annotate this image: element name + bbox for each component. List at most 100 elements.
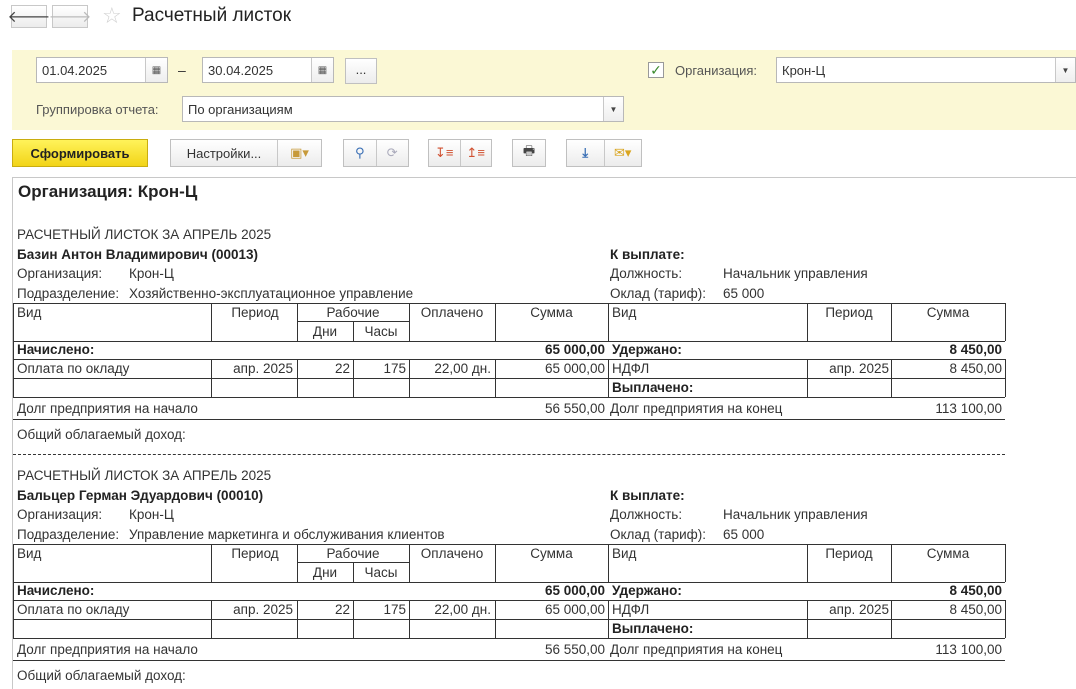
employee-name: Базин Антон Владимирович (00013) — [17, 247, 258, 262]
print-button[interactable]: 🖶 — [512, 139, 546, 167]
search-icon: ⚲ — [354, 145, 365, 160]
debt-start-label: Долг предприятия на начало — [17, 642, 198, 657]
settings-button[interactable]: Настройки... — [171, 140, 277, 166]
organization-checkbox[interactable]: ✓ — [648, 62, 664, 78]
accrued-label: Начислено: — [17, 583, 95, 598]
payslip-title: РАСЧЕТНЫЙ ЛИСТОК ЗА АПРЕЛЬ 2025 — [17, 227, 272, 242]
period-select-button[interactable]: ... — [345, 58, 377, 84]
calendar-icon[interactable]: ▦ — [311, 58, 333, 82]
withheld-label: Удержано: — [612, 342, 682, 357]
page-title: Расчетный листок — [132, 5, 292, 26]
paid-out-label: Выплачено: — [612, 380, 694, 395]
accrual-hours: 175 — [383, 361, 406, 376]
accrued-label: Начислено: — [17, 342, 95, 357]
download-icon: ⤓ — [582, 145, 589, 160]
col-header-paid: Оплачено — [420, 546, 484, 561]
calendar-icon[interactable]: ▦ — [145, 58, 167, 82]
taxable-income-label: Общий облагаемый доход: — [17, 668, 186, 683]
col-header-working: Рабочие — [326, 546, 380, 561]
position-label: Должность: — [610, 507, 683, 522]
org-label: Организация: — [17, 507, 103, 522]
debt-start-value: 56 550,00 — [544, 642, 605, 657]
salary-label: Оклад (тариф): — [610, 527, 707, 542]
date-to-field[interactable]: 30.04.2025 ▦ — [202, 57, 334, 83]
search-refresh-icon: ⟳ — [386, 145, 398, 160]
forward-button[interactable]: 🡒 — [49, 5, 91, 28]
withheld-total: 8 450,00 — [949, 342, 1002, 357]
col-header-hours: Часы — [364, 324, 398, 339]
col-header-period: Период — [231, 305, 279, 320]
grouping-label: Группировка отчета: — [36, 102, 159, 117]
search-next-button[interactable]: ⟳ — [377, 140, 409, 166]
col-header-type: Вид — [17, 305, 42, 320]
withheld-sum: 8 450,00 — [949, 361, 1002, 376]
employee-name: Бальцер Герман Эдуардович (00010) — [17, 488, 264, 503]
arrow-right-icon: 🡒 — [48, 9, 92, 26]
accrual-type: Оплата по окладу — [17, 602, 130, 617]
col-header-type: Вид — [17, 546, 42, 561]
send-email-button[interactable]: ✉▾ — [605, 140, 642, 166]
date-to-value: 30.04.2025 — [208, 63, 274, 78]
filter-panel: 01.04.2025 ▦ – 30.04.2025 ▦ ... ✓ Органи… — [12, 50, 1076, 130]
accrual-type: Оплата по окладу — [17, 361, 130, 376]
search-button[interactable]: ⚲ — [344, 140, 376, 166]
page-separator — [13, 454, 1005, 455]
withheld-sum: 8 450,00 — [949, 602, 1002, 617]
accrual-days: 22 — [334, 602, 350, 617]
org-value: Крон-Ц — [129, 507, 174, 522]
accrued-total: 65 000,00 — [544, 342, 605, 357]
salary-value: 65 000 — [723, 527, 765, 542]
variants-button[interactable]: ▣▾ — [278, 140, 321, 166]
col-header-sum: Сумма — [530, 305, 573, 320]
salary-label: Оклад (тариф): — [610, 286, 707, 301]
dept-label: Подразделение: — [17, 286, 120, 301]
date-from-value: 01.04.2025 — [42, 63, 108, 78]
accrual-days: 22 — [334, 361, 350, 376]
chevron-down-icon[interactable]: ▼ — [603, 97, 623, 121]
debt-end-label: Долг предприятия на конец — [610, 642, 783, 657]
col-header-period: Период — [231, 546, 279, 561]
accrual-sum: 65 000,00 — [544, 602, 605, 617]
debt-start-label: Долг предприятия на начало — [17, 401, 198, 416]
grouping-select[interactable]: По организациям ▼ — [182, 96, 624, 122]
printer-icon: 🖶 — [522, 143, 536, 158]
export-group: ⤓ ✉▾ — [566, 139, 642, 167]
back-button[interactable]: 🡐 — [8, 5, 50, 28]
to-pay-label: К выплате: — [610, 247, 685, 262]
col-header-period-withheld: Период — [825, 305, 873, 320]
chevron-down-icon[interactable]: ▼ — [1055, 58, 1075, 82]
save-button[interactable]: ⤓ — [567, 140, 604, 166]
accrual-hours: 175 — [383, 602, 406, 617]
collapse-rows-icon: ↥≡ — [466, 145, 485, 160]
col-header-paid: Оплачено — [420, 305, 484, 320]
collapse-all-button[interactable]: ↥≡ — [461, 140, 492, 166]
expand-group: ↧≡ ↥≡ — [428, 139, 492, 167]
salary-value: 65 000 — [723, 286, 765, 301]
withheld-type: НДФЛ — [612, 602, 650, 617]
withheld-total: 8 450,00 — [949, 583, 1002, 598]
withheld-label: Удержано: — [612, 583, 682, 598]
favorite-star-icon[interactable]: ☆ — [102, 3, 122, 29]
col-header-days: Дни — [312, 324, 338, 339]
accrual-period: апр. 2025 — [233, 361, 293, 376]
organization-value: Крон-Ц — [782, 63, 826, 78]
generate-button[interactable]: Сформировать — [12, 139, 148, 167]
organization-select[interactable]: Крон-Ц ▼ — [776, 57, 1076, 83]
expand-all-button[interactable]: ↧≡ — [429, 140, 460, 166]
accrued-total: 65 000,00 — [544, 583, 605, 598]
taxable-income-label: Общий облагаемый доход: — [17, 427, 186, 442]
payslip-title: РАСЧЕТНЫЙ ЛИСТОК ЗА АПРЕЛЬ 2025 — [17, 468, 272, 483]
organization-label: Организация: — [675, 63, 758, 78]
expand-rows-icon: ↧≡ — [435, 145, 454, 160]
dept-value: Управление маркетинга и обслуживания кли… — [129, 527, 445, 542]
org-value: Крон-Ц — [129, 266, 174, 281]
search-group: ⚲ ⟳ — [343, 139, 409, 167]
withheld-period: апр. 2025 — [829, 361, 889, 376]
report-organization-header: Организация: Крон-Ц — [18, 182, 198, 201]
col-header-sum-withheld: Сумма — [926, 305, 970, 320]
debt-end-value: 113 100,00 — [935, 642, 1002, 657]
envelope-icon: ✉▾ — [614, 145, 632, 160]
col-header-hours: Часы — [364, 565, 398, 580]
date-from-field[interactable]: 01.04.2025 ▦ — [36, 57, 168, 83]
dept-label: Подразделение: — [17, 527, 120, 542]
